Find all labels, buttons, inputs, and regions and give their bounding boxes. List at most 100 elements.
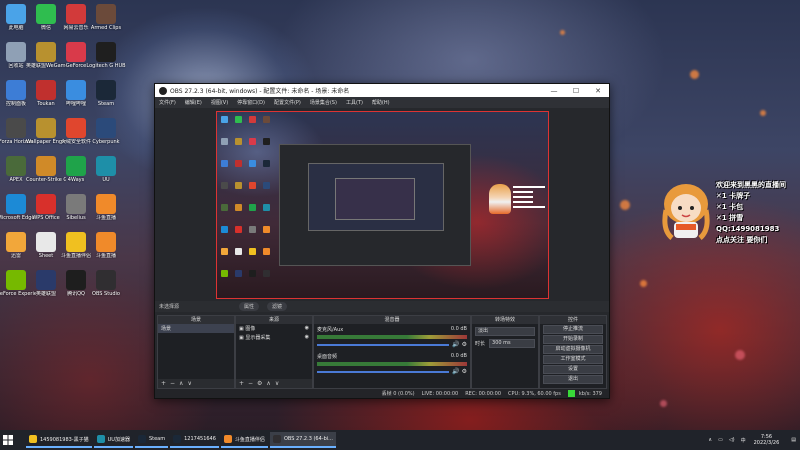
exit-button[interactable]: 退出	[543, 375, 603, 384]
visibility-eye-icon[interactable]: ◉	[305, 325, 309, 331]
desktop-icon[interactable]: Cyberpunk	[86, 118, 126, 145]
clock[interactable]: 7:56 2022/3/26	[754, 434, 780, 446]
start-virtual-camera-button[interactable]: 启动虚拟摄像机	[543, 345, 603, 354]
notification-icon[interactable]: ▤	[791, 437, 796, 443]
taskbar-app[interactable]: OBS 27.2.3 (64-bi...	[269, 432, 336, 448]
volume-slider[interactable]	[317, 343, 450, 346]
duration-label: 时长	[475, 341, 486, 347]
preview-mini-icon	[221, 270, 228, 277]
stream-health-indicator	[567, 390, 575, 397]
taskbar-app-label: Steam	[148, 436, 166, 442]
preview-mini-icon	[235, 182, 242, 189]
preview-mini-icon	[221, 116, 228, 123]
app-icon	[36, 4, 56, 24]
speaker-icon[interactable]: 🔊	[452, 368, 459, 375]
gear-icon[interactable]: ⚙	[462, 341, 467, 348]
source-item-label: 图像	[245, 326, 256, 332]
app-icon	[6, 4, 26, 24]
transitions-dock-title: 转场特效	[472, 316, 538, 324]
menu-scene-collection[interactable]: 场景集合(S)	[310, 99, 337, 106]
wallpaper-ember	[640, 280, 647, 287]
filters-button[interactable]: 滤镜	[267, 302, 288, 311]
preview-mini-icon	[249, 248, 256, 255]
windows-start-button[interactable]	[0, 430, 16, 450]
source-item-image[interactable]: ▣ 图像 ◉	[236, 324, 312, 333]
taskbar-app[interactable]: UU加速器	[93, 432, 133, 448]
mixer-track-level: 0.0 dB	[450, 326, 467, 332]
menu-profile[interactable]: 配置文件(P)	[274, 99, 301, 106]
sources-dock-title: 来源	[236, 316, 312, 324]
taskbar-app[interactable]: 1459081983-黑子猫	[26, 432, 92, 448]
source-item-display-capture[interactable]: ▣ 显示器采集 ◉	[236, 333, 312, 342]
menu-tools[interactable]: 工具(T)	[346, 99, 363, 106]
mixer-track-desktop: 桌面音频 0.0 dB 🔊 ⚙	[314, 353, 470, 375]
obs-window[interactable]: OBS 27.2.3 (64-bit, windows) - 配置文件: 未命名…	[154, 83, 610, 399]
app-icon	[96, 42, 116, 62]
minimize-icon[interactable]: —	[543, 87, 565, 95]
menu-help[interactable]: 帮助(H)	[372, 99, 390, 106]
chevron-up-icon[interactable]: ∧	[708, 437, 712, 443]
desktop-icon[interactable]: Armed Clips	[86, 4, 126, 31]
scenes-dock-toolbar[interactable]: +−∧∨	[158, 379, 234, 388]
speaker-icon[interactable]: 🔊	[452, 341, 459, 348]
desktop-icon[interactable]: 斗鱼直播	[86, 232, 126, 259]
preview-mini-icon	[249, 226, 256, 233]
app-icon	[66, 42, 86, 62]
scenes-dock: 场景 场景 +−∧∨	[157, 315, 235, 389]
volume-icon[interactable]: ◁)	[729, 437, 735, 443]
taskbar-app-icon	[272, 435, 281, 443]
duration-value: 300 ms	[492, 340, 511, 346]
desktop-icon-label: OBS Studio	[92, 291, 120, 297]
preview-mini-icon	[263, 226, 270, 233]
menu-view[interactable]: 视图(V)	[211, 99, 228, 106]
settings-button[interactable]: 设置	[543, 365, 603, 374]
taskbar-app[interactable]: 斗鱼直播伴侣	[220, 432, 268, 448]
wallpaper-ember	[620, 200, 630, 210]
desktop-icon[interactable]: Logitech G HUB	[86, 42, 126, 69]
cpu-fps: CPU: 9.3%, 60.00 fps	[508, 390, 561, 397]
taskbar-app-icon	[137, 435, 146, 443]
stop-streaming-button[interactable]: 停止推流	[543, 325, 603, 334]
duration-input[interactable]: 300 ms	[489, 339, 535, 348]
obs-preview[interactable]	[216, 111, 549, 299]
preview-overlay-girl	[489, 184, 511, 214]
transitions-dock: 转场特效 淡出 时长 300 ms	[471, 315, 539, 389]
desktop-icon[interactable]: OBS Studio	[86, 270, 126, 297]
properties-button[interactable]: 属性	[239, 302, 260, 311]
app-icon	[6, 42, 26, 62]
network-icon[interactable]: ▭	[718, 437, 723, 443]
menu-edit[interactable]: 编辑(E)	[185, 99, 202, 106]
taskbar-app[interactable]: 1217451646	[170, 432, 219, 448]
start-recording-button[interactable]: 开始录制	[543, 335, 603, 344]
desktop-icon[interactable]: 斗鱼直播	[86, 194, 126, 221]
gear-icon[interactable]: ⚙	[462, 368, 467, 375]
obs-titlebar[interactable]: OBS 27.2.3 (64-bit, windows) - 配置文件: 未命名…	[155, 84, 609, 97]
transition-type-select[interactable]: 淡出	[475, 327, 535, 336]
studio-mode-button[interactable]: 工作室模式	[543, 355, 603, 364]
taskbar-app-label: UU加速器	[107, 436, 130, 443]
preview-mini-icon	[249, 116, 256, 123]
preview-mini-icon	[221, 248, 228, 255]
taskbar-app[interactable]: Steam	[134, 432, 169, 448]
mixer-track-level: 0.0 dB	[450, 353, 467, 359]
preview-mini-icon	[235, 248, 242, 255]
app-icon	[36, 232, 56, 252]
preview-mini-icon	[263, 116, 270, 123]
desktop-icon[interactable]: UU	[86, 156, 126, 183]
desktop-icon[interactable]: Steam	[86, 80, 126, 107]
menu-docks[interactable]: 停靠窗口(D)	[237, 99, 265, 106]
wallpaper-ember	[760, 110, 766, 116]
app-icon	[6, 270, 26, 290]
sources-dock-toolbar[interactable]: +−⚙∧∨	[236, 379, 312, 388]
controls-dock: 控件 停止推流 开始录制 启动虚拟摄像机 工作室模式 设置 退出	[539, 315, 607, 389]
app-icon	[66, 4, 86, 24]
input-language[interactable]: 中	[741, 437, 746, 444]
close-icon[interactable]: ✕	[587, 87, 609, 95]
app-icon	[6, 80, 26, 100]
maximize-icon[interactable]: ☐	[565, 87, 587, 95]
volume-slider[interactable]	[317, 370, 450, 373]
menu-file[interactable]: 文件(F)	[159, 99, 176, 106]
nested-obs-preview	[279, 144, 471, 266]
scene-item[interactable]: 场景	[158, 324, 234, 333]
visibility-eye-icon[interactable]: ◉	[305, 334, 309, 340]
